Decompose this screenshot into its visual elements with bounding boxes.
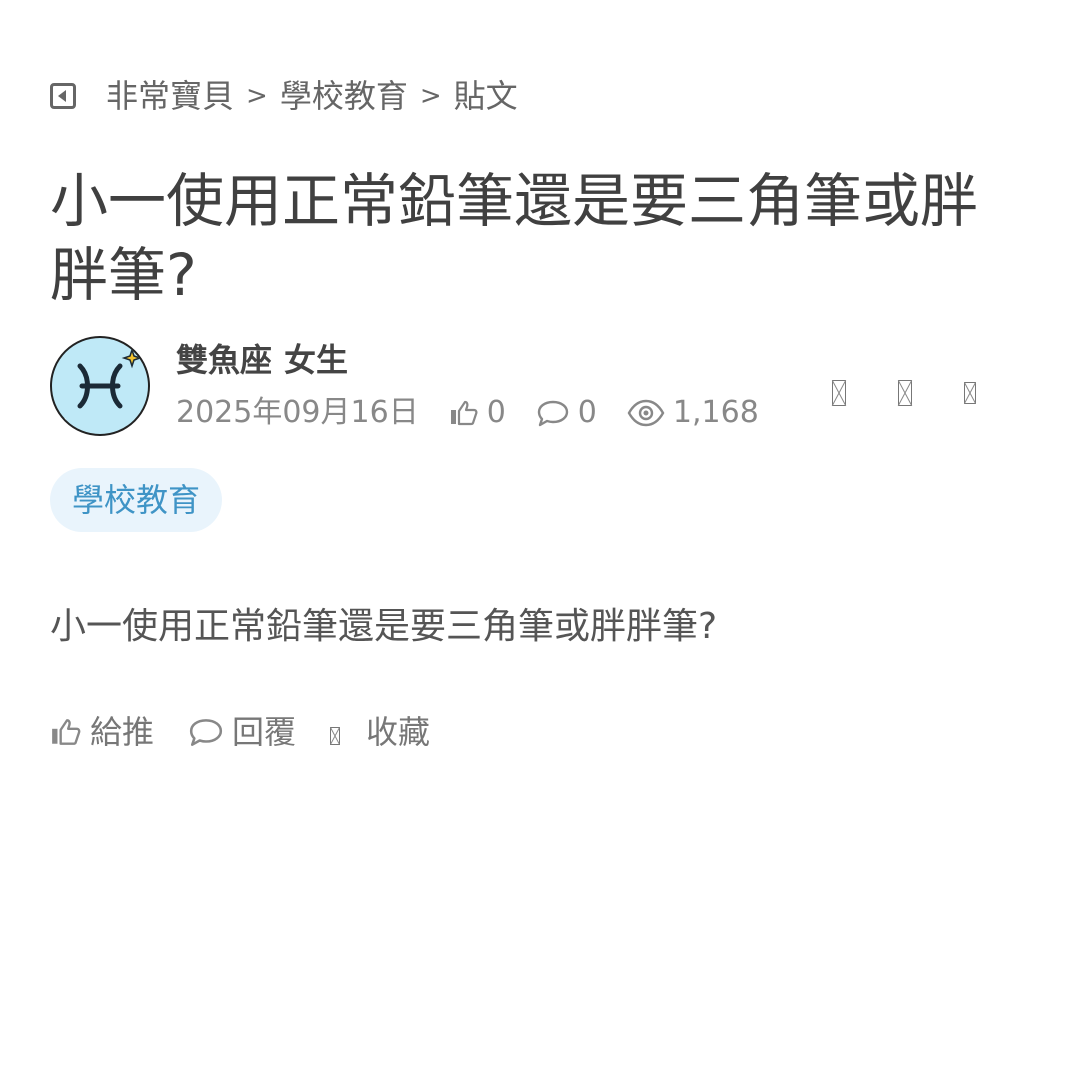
- post-toolbar: [832, 380, 976, 406]
- more-options-icon[interactable]: [964, 382, 976, 404]
- author-username: 雙魚座: [176, 341, 273, 379]
- eye-icon: [627, 399, 665, 427]
- reply-button-label: 回覆: [232, 713, 297, 751]
- breadcrumb-separator: >: [246, 81, 268, 111]
- like-count: 0: [449, 390, 506, 436]
- category-tag[interactable]: 學校教育: [50, 468, 223, 532]
- like-button[interactable]: 給推: [50, 710, 154, 754]
- view-count: 1,168: [627, 390, 759, 436]
- save-button-label: 收藏: [366, 713, 431, 751]
- reply-button[interactable]: 回覆: [188, 710, 296, 754]
- breadcrumb-item-forum[interactable]: 非常寶貝: [106, 74, 234, 118]
- thumbs-up-icon: [52, 719, 81, 745]
- back-arrow-icon[interactable]: [50, 83, 76, 109]
- share-icon[interactable]: [832, 380, 846, 406]
- bookmark-icon[interactable]: [898, 380, 912, 406]
- post-content: 小一使用正常鉛筆還是要三角筆或胖胖筆?: [50, 606, 718, 647]
- save-button[interactable]: 收藏: [330, 710, 430, 754]
- bookmark-icon: [330, 727, 341, 745]
- post-title: 小一使用正常鉛筆還是要三角筆或胖胖筆?: [50, 167, 979, 309]
- post-actions: 給推 回覆 收藏: [50, 710, 464, 754]
- author-row: 雙魚座 女生 2025年09月16日 0 0 1,168: [50, 336, 759, 436]
- comment-bubble-icon: [537, 400, 568, 427]
- avatar[interactable]: [50, 336, 150, 436]
- like-button-label: 給推: [90, 713, 155, 751]
- post-date: 2025年09月16日: [176, 395, 419, 430]
- author-gender: 女生: [284, 341, 349, 379]
- post-meta: 2025年09月16日 0 0 1,168: [176, 390, 759, 436]
- breadcrumb-item-current: 貼文: [453, 77, 518, 115]
- author-name[interactable]: 雙魚座 女生: [176, 338, 759, 382]
- breadcrumb: 非常寶貝 > 學校教育 > 貼文: [50, 74, 518, 118]
- breadcrumb-item-category[interactable]: 學校教育: [280, 74, 408, 118]
- thumbs-up-icon: [450, 400, 478, 426]
- comment-count: 0: [536, 390, 597, 436]
- breadcrumb-separator: >: [419, 81, 442, 111]
- pisces-icon: [56, 342, 144, 430]
- comment-bubble-icon: [189, 719, 223, 746]
